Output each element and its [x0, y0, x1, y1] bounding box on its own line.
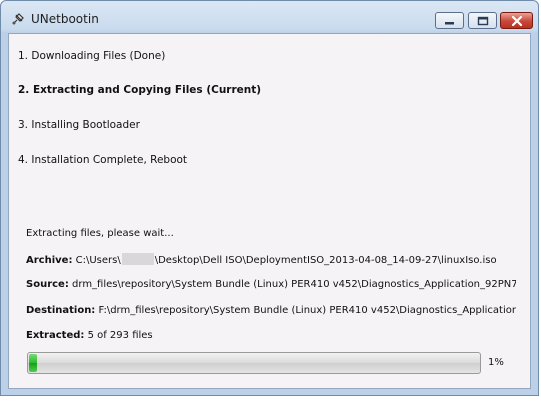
extracted-line: Extracted: 5 of 293 files — [26, 330, 516, 341]
progress-bar-fill — [29, 354, 37, 372]
archive-path-prefix: C:\Users\ — [75, 255, 121, 266]
step-installation-complete: 4. Installation Complete, Reboot — [18, 154, 188, 166]
title-bar[interactable]: UNetbootin — [1, 1, 538, 33]
source-path: drm_files\repository\System Bundle (Linu… — [72, 279, 516, 290]
destination-line: Destination: F:\drm_files\repository\Sys… — [26, 305, 516, 316]
step-extracting-copying: 2. Extracting and Copying Files (Current… — [18, 84, 262, 96]
redacted-username — [121, 253, 154, 265]
archive-path-suffix: \Desktop\Dell ISO\DeploymentISO_2013-04-… — [154, 255, 497, 266]
unetbootin-window: UNetbootin 1. Downloading Files (Done) 2… — [0, 0, 539, 396]
extracted-count: 5 of 293 files — [87, 330, 153, 341]
destination-path: F:\drm_files\repository\System Bundle (L… — [98, 305, 517, 316]
window-title: UNetbootin — [31, 12, 99, 26]
archive-line: Archive: C:\Users\ \Desktop\Dell ISO\Depl… — [26, 253, 516, 266]
source-label: Source: — [26, 279, 69, 290]
destination-label: Destination: — [26, 305, 96, 316]
extracted-label: Extracted: — [26, 330, 85, 341]
status-message: Extracting files, please wait... — [26, 228, 174, 239]
progress-percent: 1% — [488, 357, 504, 368]
archive-label: Archive: — [26, 255, 73, 266]
minimize-button[interactable] — [435, 12, 464, 29]
close-button[interactable] — [500, 12, 533, 29]
step-installing-bootloader: 3. Installing Bootloader — [18, 119, 140, 131]
maximize-button[interactable] — [468, 12, 497, 29]
progress-panel: 1. Downloading Files (Done) 2. Extractin… — [8, 33, 531, 389]
unetbootin-icon — [11, 11, 25, 25]
source-line: Source: drm_files\repository\System Bund… — [26, 279, 516, 290]
step-downloading-files: 1. Downloading Files (Done) — [18, 50, 166, 62]
progress-bar — [27, 352, 481, 374]
